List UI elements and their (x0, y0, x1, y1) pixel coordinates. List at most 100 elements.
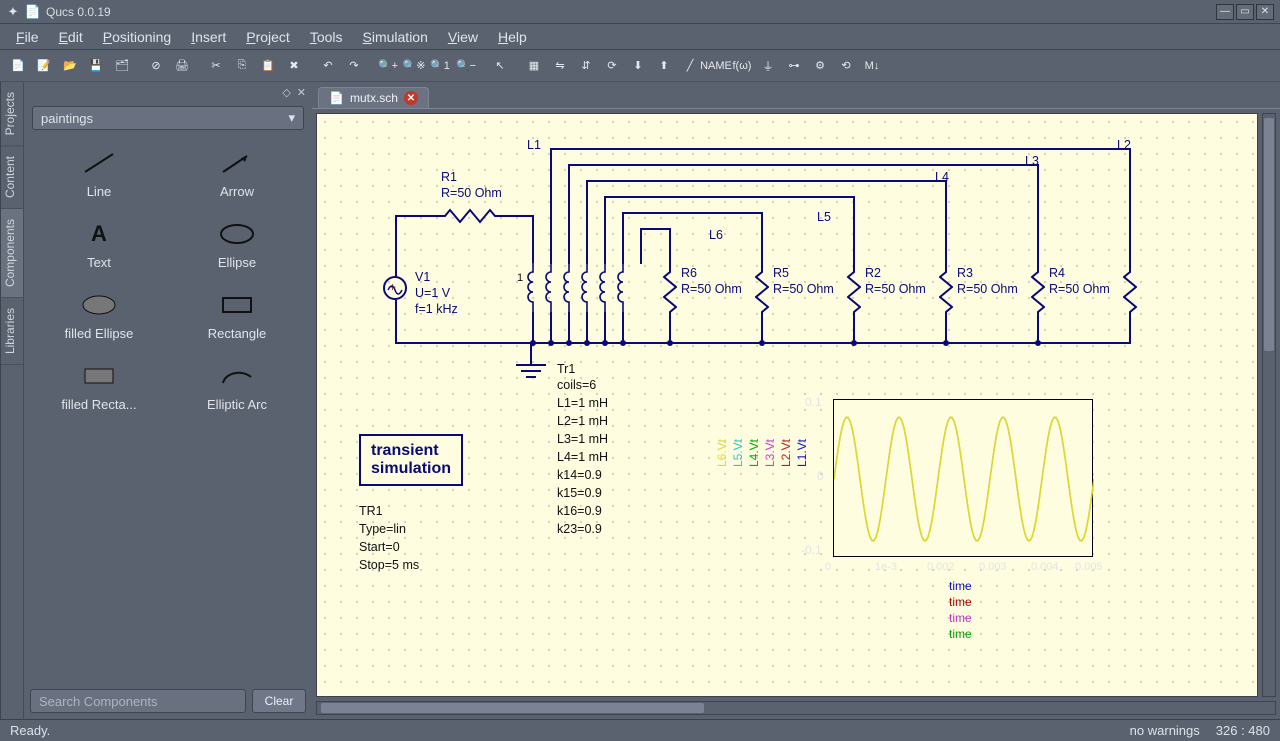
menu-simulation[interactable]: Simulation (355, 27, 436, 47)
dock-tab-libraries[interactable]: Libraries (1, 298, 23, 365)
name-label-icon: NAME (700, 60, 732, 72)
mirror-v-button[interactable]: ⇵ (574, 54, 598, 78)
wire-button[interactable]: ╱ (678, 54, 702, 78)
new-doc-icon: 📄 (11, 59, 25, 72)
search-components-input[interactable]: Search Components (30, 689, 246, 713)
rotate-button[interactable]: ⟳ (600, 54, 624, 78)
palette-item-line[interactable]: Line (32, 142, 166, 205)
component-category-select[interactable]: paintings ▾ (32, 106, 304, 130)
simulation-block[interactable]: transient simulation (359, 434, 463, 486)
palette-item-text[interactable]: AText (32, 213, 166, 276)
palette-icon (217, 361, 257, 391)
delete-button[interactable]: ✖ (282, 54, 306, 78)
dock-tab-components[interactable]: Components (1, 209, 23, 298)
canvas-vscroll[interactable] (1262, 113, 1276, 697)
zoom-in-icon: 🔍+ (378, 59, 398, 72)
palette-item-filled-ellipse[interactable]: filled Ellipse (32, 284, 166, 347)
port-icon: ⊶ (789, 59, 800, 72)
dock-undock-icon[interactable]: ◇ (282, 86, 290, 99)
menu-view[interactable]: View (440, 27, 486, 47)
minimize-button[interactable]: — (1216, 4, 1234, 20)
port-button[interactable]: ⊶ (782, 54, 806, 78)
menu-help[interactable]: Help (490, 27, 535, 47)
paste-button[interactable]: 📋 (256, 54, 280, 78)
dock-tab-content[interactable]: Content (1, 146, 23, 209)
doc-icon: 📄 (26, 5, 40, 19)
window-title: Qucs 0.0.19 (46, 5, 111, 19)
palette-icon (217, 290, 257, 320)
name-label-button[interactable]: NAME (704, 54, 728, 78)
save-button[interactable]: 💾 (84, 54, 108, 78)
dock-close-icon[interactable]: ✕ (297, 86, 306, 99)
result-plot[interactable]: L6.VtL5.VtL4.VtL3.VtL2.VtL1.Vt 0.1 0 -0.… (833, 399, 1133, 589)
m-label-button[interactable]: M↓ (860, 54, 884, 78)
grid-button[interactable]: ▦ (522, 54, 546, 78)
copy-button[interactable]: ⎘ (230, 54, 254, 78)
palette-item-arrow[interactable]: Arrow (170, 142, 304, 205)
rebuild-button[interactable]: ⟲ (834, 54, 858, 78)
doc-tab-icon: 📄 (329, 91, 344, 105)
palette-item-ellipse[interactable]: Ellipse (170, 213, 304, 276)
palette-label: filled Ellipse (65, 326, 134, 341)
new-doc-button[interactable]: 📄 (6, 54, 30, 78)
menu-edit[interactable]: Edit (51, 27, 91, 47)
print-button[interactable]: 🖨 (170, 54, 194, 78)
undo-button[interactable]: ↶ (316, 54, 340, 78)
close-window-button[interactable]: ✕ (1256, 4, 1274, 20)
palette-item-elliptic-arc[interactable]: Elliptic Arc (170, 355, 304, 418)
mirror-h-button[interactable]: ⇋ (548, 54, 572, 78)
v1-u: U=1 V (415, 286, 450, 300)
simulate-button[interactable]: ⚙ (808, 54, 832, 78)
r1-name: R1 (441, 170, 457, 184)
menu-bar: File Edit Positioning Insert Project Too… (0, 24, 1280, 50)
search-placeholder: Search Components (39, 694, 158, 709)
zoom-fit-button[interactable]: 🔍※ (402, 54, 426, 78)
canvas-hscroll[interactable] (316, 701, 1276, 715)
maximize-button[interactable]: ▭ (1236, 4, 1254, 20)
palette-label: Elliptic Arc (207, 397, 267, 412)
pointer-button[interactable]: ↖ (488, 54, 512, 78)
menu-insert[interactable]: Insert (183, 27, 234, 47)
up-button[interactable]: ⬆ (652, 54, 676, 78)
palette-item-filled-recta-[interactable]: filled Recta... (32, 355, 166, 418)
palette-icon (79, 148, 119, 178)
probe-l6: L6 (709, 228, 723, 242)
palette-icon (217, 148, 257, 178)
cut-button[interactable]: ✂ (204, 54, 228, 78)
down-icon: ⬇ (633, 59, 642, 72)
redo-icon: ↷ (349, 59, 358, 72)
palette-icon (79, 361, 119, 391)
menu-project[interactable]: Project (238, 27, 298, 47)
new-text-icon: 📝 (37, 59, 51, 72)
clear-search-button[interactable]: Clear (252, 689, 306, 713)
zoom-out-button[interactable]: 🔍− (454, 54, 478, 78)
zoom-1-button[interactable]: 🔍1 (428, 54, 452, 78)
menu-tools[interactable]: Tools (302, 27, 351, 47)
ground-button[interactable]: ⏚ (756, 54, 780, 78)
schematic-canvas[interactable]: + V1 U=1 V f=1 kHz R1 R=50 Ohm (316, 113, 1258, 697)
mirror-h-icon: ⇋ (555, 59, 564, 72)
dock-tab-projects[interactable]: Projects (1, 82, 23, 146)
zoom-1-icon: 🔍1 (430, 59, 450, 72)
save-all-button[interactable]: 🗂 (110, 54, 134, 78)
new-text-button[interactable]: 📝 (32, 54, 56, 78)
m-label-icon: M↓ (865, 60, 880, 72)
v1-f: f=1 kHz (415, 302, 458, 316)
open-icon: 📂 (63, 59, 77, 72)
palette-label: Arrow (220, 184, 254, 199)
down-button[interactable]: ⬇ (626, 54, 650, 78)
doc-tab-close-icon[interactable]: ✕ (404, 91, 418, 105)
menu-file[interactable]: File (8, 27, 47, 47)
palette-item-rectangle[interactable]: Rectangle (170, 284, 304, 347)
open-button[interactable]: 📂 (58, 54, 82, 78)
redo-button[interactable]: ↷ (342, 54, 366, 78)
equation-button[interactable]: f(ω) (730, 54, 754, 78)
status-message: Ready. (10, 723, 50, 738)
menu-positioning[interactable]: Positioning (95, 27, 180, 47)
wire-icon: ╱ (687, 59, 694, 72)
document-tab[interactable]: 📄 mutx.sch ✕ (318, 87, 429, 108)
save-icon: 💾 (89, 59, 103, 72)
zoom-in-button[interactable]: 🔍+ (376, 54, 400, 78)
close-button[interactable]: ⊘ (144, 54, 168, 78)
mirror-v-icon: ⇵ (581, 59, 590, 72)
